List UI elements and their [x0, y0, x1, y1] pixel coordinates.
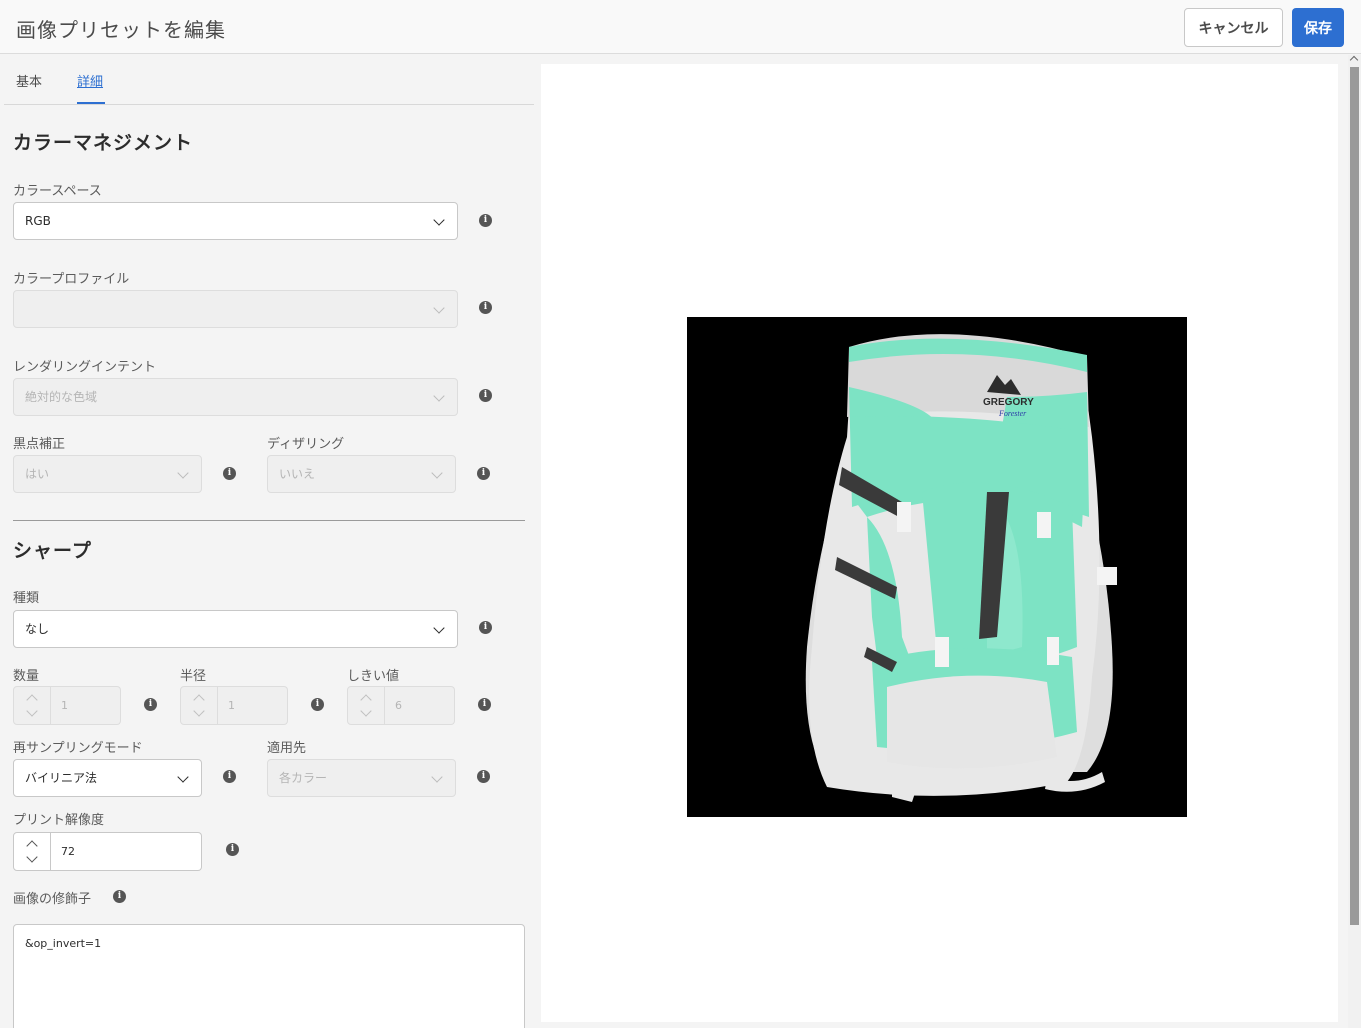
chevron-down-icon [193, 705, 205, 717]
preview-panel: GREGORY Forester [541, 64, 1338, 1022]
color-space-value: RGB [25, 214, 51, 228]
info-icon[interactable]: i [477, 467, 490, 480]
logo-text: GREGORY [983, 397, 1034, 408]
chevron-down-icon [433, 302, 445, 314]
amount-field: 1 [51, 686, 121, 725]
chevron-down-icon [433, 214, 445, 226]
chevron-down-icon [433, 622, 445, 634]
color-space-select[interactable]: RGB [13, 202, 458, 240]
print-resolution-field[interactable]: 72 [51, 832, 202, 871]
sharpen-type-label: 種類 [13, 591, 40, 606]
info-icon[interactable]: i [311, 698, 324, 711]
section-divider [13, 520, 525, 521]
chevron-down-icon [177, 467, 189, 479]
resampling-value: バイリニア法 [25, 771, 98, 785]
radius-stepper: 1 [180, 686, 288, 725]
info-icon[interactable]: i [479, 214, 492, 227]
dithering-label: ディザリング [267, 437, 345, 452]
chevron-up-icon [26, 694, 38, 706]
apply-to-value: 各カラー [279, 771, 328, 785]
info-icon[interactable]: i [144, 698, 157, 711]
chevron-down-icon [177, 771, 189, 783]
image-modifier-textarea[interactable]: &op_invert=1 [13, 924, 525, 1028]
info-icon[interactable]: i [223, 770, 236, 783]
resampling-select[interactable]: バイリニア法 [13, 759, 202, 797]
amount-label: 数量 [13, 669, 40, 684]
black-point-select: はい [13, 455, 202, 493]
color-profile-select [13, 290, 458, 328]
rendering-intent-label: レンダリングインテント [13, 360, 157, 375]
color-space-label: カラースペース [13, 184, 102, 199]
chevron-down-icon [433, 390, 445, 402]
chevron-up-icon [193, 694, 205, 706]
tab-advanced[interactable]: 詳細 [77, 71, 103, 90]
chevron-down-icon [360, 705, 372, 717]
info-icon[interactable]: i [226, 843, 239, 856]
print-resolution-label: プリント解像度 [13, 813, 105, 828]
chevron-down-icon [431, 771, 443, 783]
cancel-button[interactable]: キャンセル [1184, 8, 1283, 47]
apply-to-label: 適用先 [267, 741, 307, 756]
info-icon[interactable]: i [478, 698, 491, 711]
chevron-up-icon [360, 694, 372, 706]
info-icon[interactable]: i [477, 770, 490, 783]
logo-subtext: Forester [998, 409, 1027, 418]
threshold-label: しきい値 [347, 669, 400, 684]
threshold-field: 6 [385, 686, 455, 725]
backpack-illustration: GREGORY Forester [687, 317, 1187, 817]
scrollbar[interactable] [1348, 55, 1361, 1028]
info-icon[interactable]: i [479, 621, 492, 634]
info-icon[interactable]: i [113, 890, 126, 903]
chevron-down-icon [431, 467, 443, 479]
stepper-arrows [180, 686, 218, 725]
chevron-up-icon[interactable] [26, 840, 38, 852]
color-management-heading: カラーマネジメント [13, 132, 194, 154]
tab-bar: 基本 詳細 [4, 55, 534, 105]
settings-panel: 基本 詳細 カラーマネジメント カラースペース RGB i カラープロファイル … [0, 55, 541, 1028]
black-point-value: はい [25, 467, 50, 481]
sharpen-type-value: なし [25, 622, 50, 636]
image-modifier-label: 画像の修飾子 [13, 892, 92, 907]
chevron-down-icon[interactable] [26, 851, 38, 863]
radius-field: 1 [218, 686, 288, 725]
top-bar: 画像プリセットを編集 キャンセル 保存 [0, 0, 1361, 54]
chevron-down-icon [26, 705, 38, 717]
sharpen-type-select[interactable]: なし [13, 610, 458, 648]
color-profile-label: カラープロファイル [13, 272, 130, 287]
amount-stepper: 1 [13, 686, 121, 725]
print-resolution-stepper[interactable]: 72 [13, 832, 202, 871]
resampling-label: 再サンプリングモード [13, 741, 143, 756]
rendering-intent-select: 絶対的な色域 [13, 378, 458, 416]
save-button[interactable]: 保存 [1292, 8, 1344, 47]
stepper-arrows[interactable] [13, 832, 51, 871]
info-icon[interactable]: i [479, 389, 492, 402]
sharpen-heading: シャープ [13, 540, 92, 562]
preview-image: GREGORY Forester [687, 317, 1187, 817]
dithering-value: いいえ [279, 467, 316, 481]
scrollbar-thumb[interactable] [1350, 67, 1359, 925]
apply-to-select: 各カラー [267, 759, 456, 797]
black-point-label: 黒点補正 [13, 437, 66, 452]
stepper-arrows [347, 686, 385, 725]
radius-label: 半径 [180, 669, 207, 684]
info-icon[interactable]: i [223, 467, 236, 480]
page-title: 画像プリセットを編集 [16, 18, 226, 42]
dithering-select: いいえ [267, 455, 456, 493]
info-icon[interactable]: i [479, 301, 492, 314]
threshold-stepper: 6 [347, 686, 455, 725]
tab-basic[interactable]: 基本 [16, 71, 42, 90]
active-tab-indicator [77, 102, 105, 104]
rendering-intent-value: 絶対的な色域 [25, 390, 98, 404]
scroll-up-arrow-icon[interactable] [1349, 55, 1359, 65]
stepper-arrows [13, 686, 51, 725]
